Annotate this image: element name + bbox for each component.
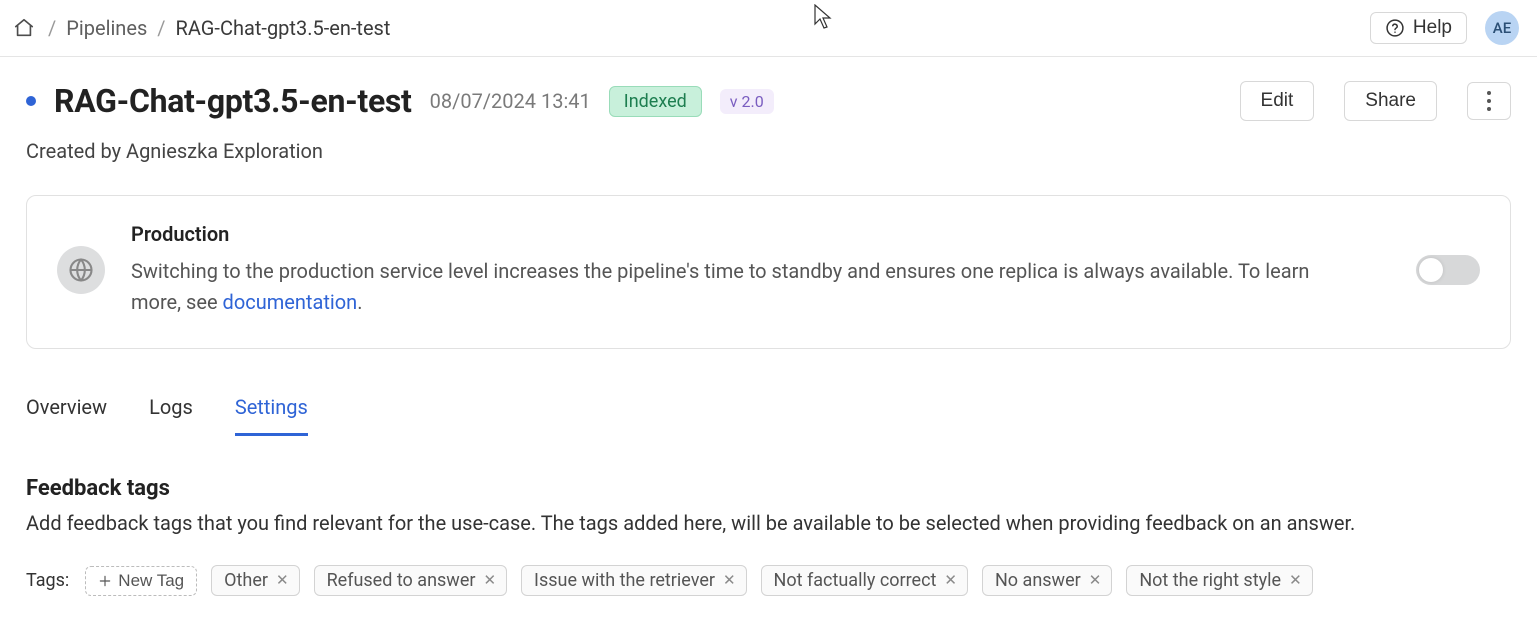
tags-label: Tags:: [26, 570, 69, 591]
help-icon: [1385, 18, 1405, 38]
tag-chip: Refused to answer ✕: [314, 565, 507, 596]
new-tag-label: New Tag: [118, 571, 184, 591]
created-by: Created by Agnieszka Exploration: [26, 139, 1511, 163]
tag-chip-label: Issue with the retriever: [534, 570, 715, 591]
production-card: Production Switching to the production s…: [26, 195, 1511, 349]
plus-icon: [98, 574, 112, 588]
tab-logs[interactable]: Logs: [149, 389, 193, 436]
topbar: / Pipelines / RAG-Chat-gpt3.5-en-test He…: [0, 0, 1537, 57]
share-button[interactable]: Share: [1344, 81, 1437, 121]
tag-chip: Not the right style ✕: [1126, 565, 1312, 596]
documentation-link[interactable]: documentation: [223, 290, 358, 314]
close-icon[interactable]: ✕: [944, 573, 957, 588]
breadcrumb-sep: /: [157, 16, 165, 40]
tag-chip-label: Not factually correct: [774, 570, 937, 591]
tag-chip-label: Refused to answer: [327, 570, 476, 591]
tag-chip: Other ✕: [211, 565, 299, 596]
kebab-icon: [1487, 91, 1491, 111]
breadcrumb-sep: /: [48, 16, 56, 40]
more-menu-button[interactable]: [1467, 82, 1511, 120]
feedback-tags-heading: Feedback tags: [26, 476, 1511, 501]
version-badge: v 2.0: [720, 89, 774, 114]
tag-chip: No answer ✕: [982, 565, 1112, 596]
home-icon[interactable]: [10, 14, 38, 42]
tag-chip: Issue with the retriever ✕: [521, 565, 747, 596]
production-description: Switching to the production service leve…: [131, 256, 1361, 318]
tag-chip: Not factually correct ✕: [761, 565, 968, 596]
close-icon[interactable]: ✕: [276, 573, 289, 588]
feedback-tags-section: Feedback tags Add feedback tags that you…: [26, 476, 1511, 596]
page-datetime: 08/07/2024 13:41: [430, 89, 591, 113]
close-icon[interactable]: ✕: [483, 573, 496, 588]
tags-row: Tags: New Tag Other✕Refused to answer✕Is…: [26, 565, 1511, 596]
tag-chip-label: Not the right style: [1139, 570, 1281, 591]
breadcrumb: / Pipelines / RAG-Chat-gpt3.5-en-test: [10, 14, 390, 42]
status-dot-icon: [26, 96, 36, 106]
help-label: Help: [1413, 17, 1452, 39]
edit-button[interactable]: Edit: [1240, 81, 1315, 121]
close-icon[interactable]: ✕: [1289, 573, 1302, 588]
feedback-tags-description: Add feedback tags that you find relevant…: [26, 511, 1511, 535]
breadcrumb-pipelines[interactable]: Pipelines: [66, 16, 147, 40]
close-icon[interactable]: ✕: [723, 573, 736, 588]
title-row: RAG-Chat-gpt3.5-en-test 08/07/2024 13:41…: [26, 81, 1511, 121]
help-button[interactable]: Help: [1370, 12, 1467, 44]
close-icon[interactable]: ✕: [1089, 573, 1102, 588]
tag-chip-label: No answer: [995, 570, 1081, 591]
production-toggle[interactable]: [1416, 255, 1480, 285]
globe-icon: [57, 246, 105, 294]
tag-chip-label: Other: [224, 570, 268, 591]
status-badge: Indexed: [609, 86, 702, 117]
tab-settings[interactable]: Settings: [235, 389, 308, 436]
breadcrumb-current: RAG-Chat-gpt3.5-en-test: [176, 16, 391, 40]
new-tag-button[interactable]: New Tag: [85, 566, 197, 596]
tabs: Overview Logs Settings: [26, 389, 1511, 436]
page-title: RAG-Chat-gpt3.5-en-test: [54, 82, 412, 120]
avatar[interactable]: AE: [1485, 11, 1519, 45]
tab-overview[interactable]: Overview: [26, 389, 107, 436]
production-title: Production: [131, 222, 1390, 246]
